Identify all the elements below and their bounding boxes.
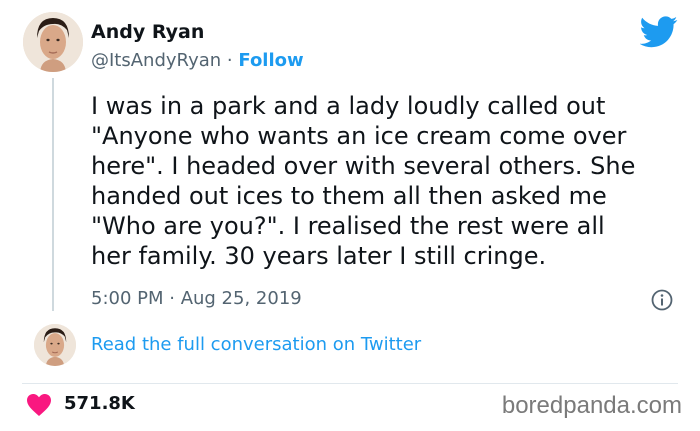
info-icon[interactable] [651, 289, 673, 311]
separator-dot: · [226, 50, 233, 71]
tweet-timestamp[interactable]: 5:00 PM · Aug 25, 2019 [91, 288, 302, 309]
heart-icon[interactable] [26, 393, 52, 417]
watermark: boredpanda.com [501, 392, 682, 419]
footer-divider [22, 383, 678, 384]
twitter-bird-icon[interactable] [640, 16, 678, 48]
tweet-text: I was in a park and a lady loudly called… [91, 92, 636, 270]
read-conversation-link[interactable]: Read the full conversation on Twitter [91, 334, 421, 355]
author-name[interactable]: Andy Ryan [91, 21, 204, 43]
thread-line [52, 78, 54, 311]
like-count: 571.8K [64, 393, 135, 414]
author-avatar[interactable] [23, 12, 83, 72]
follow-button[interactable]: Follow [238, 50, 303, 71]
author-handle[interactable]: @ItsAndyRyan [91, 50, 221, 71]
author-handle-row: @ItsAndyRyan · Follow [91, 50, 304, 71]
reply-avatar[interactable] [34, 324, 76, 366]
